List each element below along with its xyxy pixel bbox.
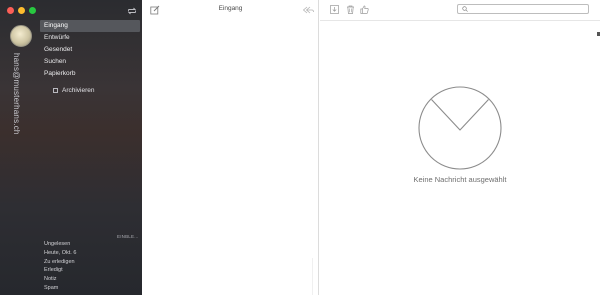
window-controls xyxy=(7,7,36,14)
folder-item-suchen[interactable]: Suchen xyxy=(40,56,140,68)
smart-folder-list: Ungelesen Heute, Okt. 6 Zu erledigen Erl… xyxy=(44,240,134,293)
thumbs-up-icon[interactable] xyxy=(360,5,369,14)
folder-item-entwuerfe[interactable]: Entwürfe xyxy=(40,32,140,44)
detail-toolbar xyxy=(320,0,600,21)
smart-folder-spam[interactable]: Spam xyxy=(44,284,134,293)
folder-item-papierkorb[interactable]: Papierkorb xyxy=(40,68,140,80)
zoom-button[interactable] xyxy=(29,7,36,14)
message-list-toolbar: Eingang xyxy=(142,0,319,20)
folder-list: Eingang Entwürfe Gesendet Suchen Papierk… xyxy=(40,20,140,80)
message-detail-pane: Keine Nachricht ausgewählt xyxy=(320,0,600,295)
folder-item-gesendet[interactable]: Gesendet xyxy=(40,44,140,56)
sidebar: hans@musterhans.ch Eingang Entwürfe Gese… xyxy=(0,0,142,295)
trash-icon[interactable] xyxy=(346,5,355,14)
avatar[interactable] xyxy=(10,25,32,47)
collapse-toggle[interactable]: EINBLE... xyxy=(117,234,139,239)
close-button[interactable] xyxy=(7,7,14,14)
pane-resize-handle[interactable] xyxy=(312,258,313,295)
archive-label: Archivieren xyxy=(62,87,95,94)
smart-folder-ungelesen[interactable]: Ungelesen xyxy=(44,240,134,249)
smart-folder-notiz[interactable]: Notiz xyxy=(44,275,134,284)
sync-icon[interactable] xyxy=(127,6,137,16)
folder-item-archivieren[interactable]: Archivieren xyxy=(53,87,95,94)
search-icon xyxy=(462,6,468,12)
smart-folder-heute[interactable]: Heute, Okt. 6 xyxy=(44,249,134,258)
message-list-title: Eingang xyxy=(218,5,243,12)
empty-state-text: Keine Nachricht ausgewählt xyxy=(413,175,507,184)
search-field[interactable] xyxy=(457,4,589,14)
search-input[interactable] xyxy=(472,5,582,13)
folder-icon xyxy=(53,88,58,93)
reply-all-icon[interactable] xyxy=(302,6,314,14)
envelope-icon xyxy=(418,86,502,170)
message-list-pane: Eingang xyxy=(142,0,319,295)
archive-icon[interactable] xyxy=(330,5,339,14)
smart-folder-erledigt[interactable]: Erledigt xyxy=(44,266,134,275)
account-email[interactable]: hans@musterhans.ch xyxy=(12,53,21,135)
smart-folder-zu-erledigen[interactable]: Zu erledigen xyxy=(44,258,134,267)
minimize-button[interactable] xyxy=(18,7,25,14)
folder-item-eingang[interactable]: Eingang xyxy=(40,20,140,32)
